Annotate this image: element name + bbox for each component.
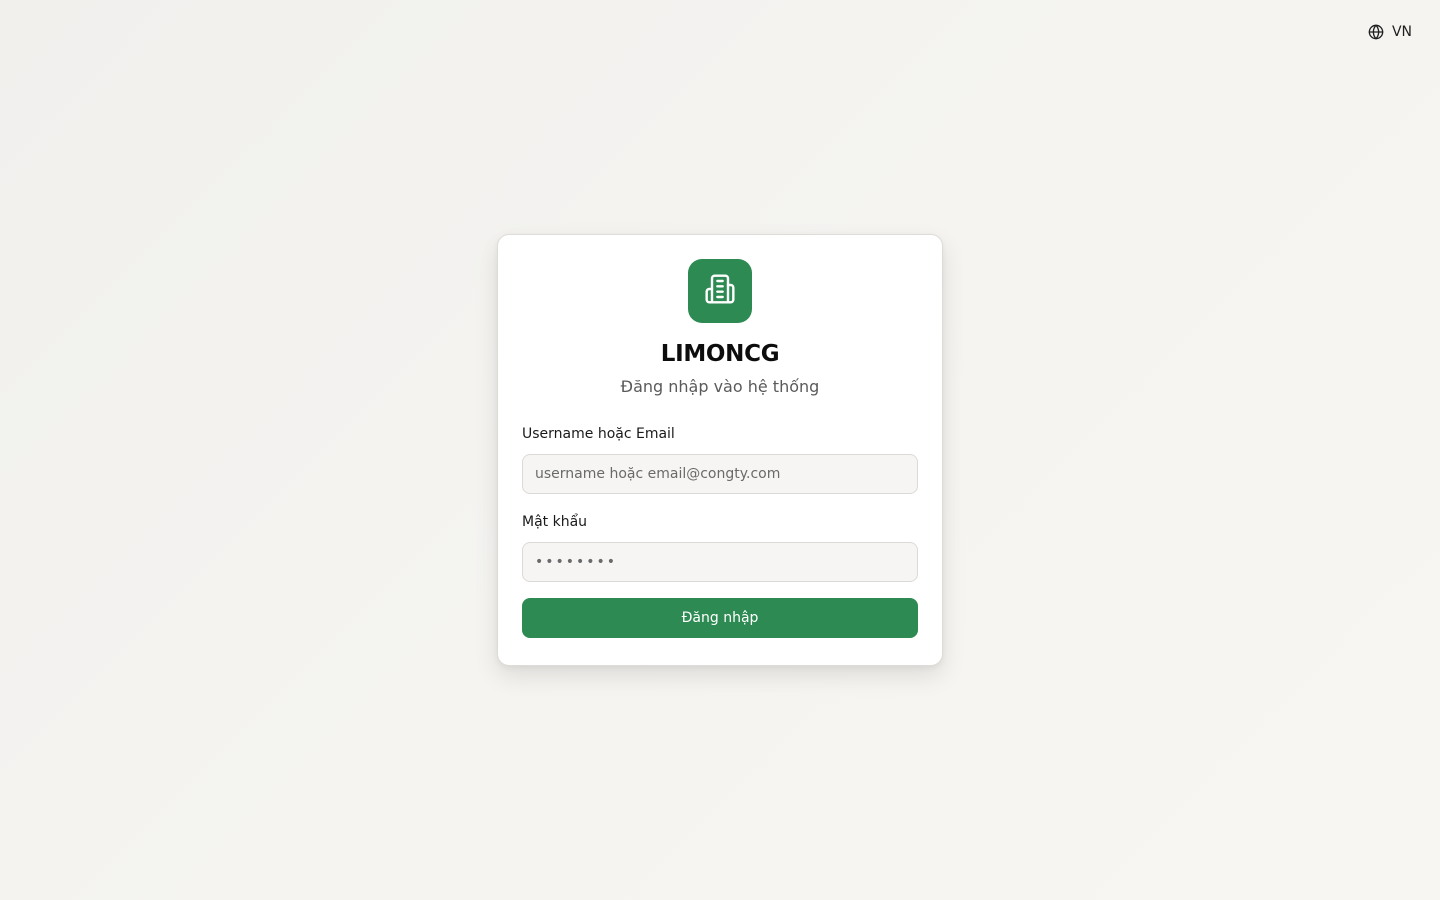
- login-subtitle: Đăng nhập vào hệ thống: [620, 377, 820, 396]
- building-icon: [704, 273, 736, 309]
- password-label: Mật khẩu: [522, 514, 588, 530]
- login-card: LIMONCG Đăng nhập vào hệ thống Username …: [497, 234, 943, 666]
- app-title: LIMONCG: [660, 341, 780, 367]
- username-label: Username hoặc Email: [522, 426, 675, 442]
- language-switcher[interactable]: VN: [1368, 24, 1412, 40]
- password-input[interactable]: [522, 542, 918, 582]
- brand-logo: [688, 259, 752, 323]
- login-button[interactable]: Đăng nhập: [522, 598, 918, 638]
- globe-icon: [1368, 24, 1384, 40]
- language-label: VN: [1391, 24, 1412, 40]
- username-input[interactable]: [522, 454, 918, 494]
